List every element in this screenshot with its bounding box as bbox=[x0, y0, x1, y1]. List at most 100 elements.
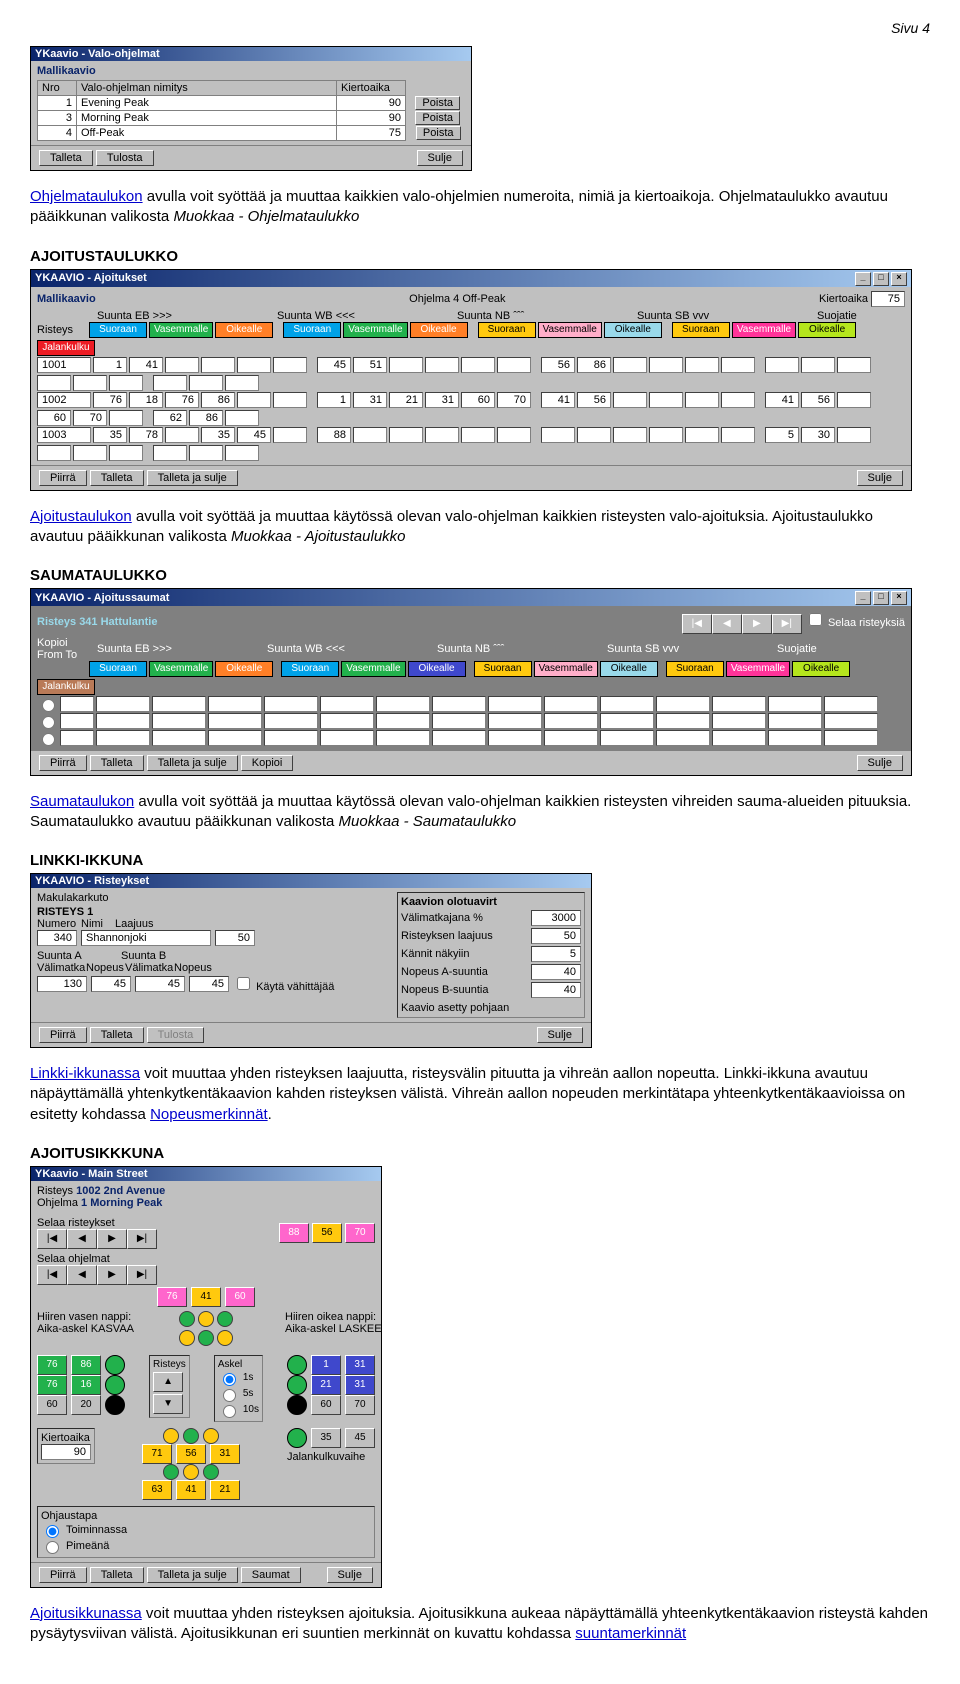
timing-field[interactable]: 56 bbox=[801, 392, 835, 408]
timing-field[interactable] bbox=[613, 357, 647, 373]
sauma-field[interactable] bbox=[432, 730, 486, 746]
move-down-icon[interactable]: ▼ bbox=[153, 1394, 183, 1414]
timing-field[interactable] bbox=[37, 445, 71, 461]
timing-field[interactable] bbox=[353, 427, 387, 443]
timing-field[interactable] bbox=[201, 357, 235, 373]
timing-field[interactable] bbox=[461, 427, 495, 443]
link-nopeusmerkinnat[interactable]: Nopeusmerkinnät bbox=[150, 1106, 268, 1123]
sauma-field[interactable] bbox=[656, 696, 710, 712]
copy-button[interactable]: Kopioi bbox=[241, 755, 294, 771]
sauma-field[interactable] bbox=[768, 696, 822, 712]
timing-field[interactable] bbox=[237, 392, 271, 408]
timing-field[interactable] bbox=[461, 357, 495, 373]
grid-cell[interactable]: 41 bbox=[191, 1287, 221, 1307]
last-button[interactable]: ▶| bbox=[127, 1265, 157, 1285]
timing-field[interactable]: 45 bbox=[317, 357, 351, 373]
link-ajoitusikkuna[interactable]: Ajoitusikkunassa bbox=[30, 1605, 142, 1622]
timing-field[interactable]: 86 bbox=[577, 357, 611, 373]
timing-field[interactable] bbox=[389, 427, 423, 443]
sauma-field[interactable] bbox=[96, 730, 150, 746]
timing-field[interactable] bbox=[577, 427, 611, 443]
sauma-field[interactable] bbox=[712, 696, 766, 712]
step-5s-radio[interactable] bbox=[223, 1389, 236, 1402]
sauma-field[interactable] bbox=[376, 696, 430, 712]
save-button[interactable]: Talleta bbox=[90, 1567, 144, 1583]
maximize-icon[interactable]: □ bbox=[873, 591, 889, 605]
timing-field[interactable] bbox=[685, 427, 719, 443]
sauma-field[interactable] bbox=[320, 696, 374, 712]
nimi-field[interactable]: Shannonjoki bbox=[81, 930, 211, 946]
step-1s-radio[interactable] bbox=[223, 1373, 236, 1386]
pimeana-radio[interactable] bbox=[46, 1541, 59, 1554]
timing-field[interactable] bbox=[765, 357, 799, 373]
sauma-field[interactable] bbox=[488, 730, 542, 746]
sauma-field[interactable] bbox=[768, 730, 822, 746]
timing-field[interactable] bbox=[801, 357, 835, 373]
sauma-field[interactable] bbox=[656, 730, 710, 746]
next-button[interactable]: ▶ bbox=[742, 614, 772, 634]
timing-field[interactable] bbox=[109, 410, 143, 426]
timing-field[interactable]: 70 bbox=[497, 392, 531, 408]
sauma-field[interactable] bbox=[152, 730, 206, 746]
sauma-field[interactable] bbox=[656, 713, 710, 729]
timing-field[interactable]: 56 bbox=[541, 357, 575, 373]
grid-cell[interactable]: 70 bbox=[345, 1223, 375, 1243]
close-button[interactable]: Sulje bbox=[857, 470, 903, 486]
move-up-icon[interactable]: ▲ bbox=[153, 1372, 183, 1392]
sauma-field[interactable] bbox=[824, 730, 878, 746]
grid-cell[interactable]: 56 bbox=[312, 1223, 342, 1243]
kiertoaika-field[interactable]: 75 bbox=[871, 291, 905, 307]
sauma-field[interactable] bbox=[824, 713, 878, 729]
sauma-field[interactable]: 5 bbox=[96, 713, 150, 729]
save-close-button[interactable]: Talleta ja sulje bbox=[147, 755, 238, 771]
sauma-field[interactable] bbox=[376, 730, 430, 746]
close-button[interactable]: Sulje bbox=[857, 755, 903, 771]
timing-field[interactable] bbox=[73, 445, 107, 461]
sauma-field[interactable] bbox=[264, 713, 318, 729]
timing-field[interactable] bbox=[425, 427, 459, 443]
minimize-icon[interactable]: _ bbox=[855, 591, 871, 605]
timing-field[interactable] bbox=[837, 427, 871, 443]
timing-field[interactable]: 76 bbox=[165, 392, 199, 408]
sauma-field[interactable] bbox=[208, 713, 262, 729]
timing-field[interactable]: 56 bbox=[577, 392, 611, 408]
timing-field[interactable]: 1 bbox=[317, 392, 351, 408]
grid-cell[interactable]: 76 bbox=[157, 1287, 187, 1307]
param-field[interactable]: 40 bbox=[531, 982, 581, 998]
delete-button[interactable]: Poista bbox=[415, 111, 460, 125]
delete-button[interactable]: Poista bbox=[415, 96, 460, 110]
last-button[interactable]: ▶| bbox=[772, 614, 802, 634]
link-linkki-ikkuna[interactable]: Linkki-ikkunassa bbox=[30, 1065, 140, 1082]
print-button[interactable]: Tulosta bbox=[147, 1027, 205, 1043]
first-button[interactable]: |◀ bbox=[37, 1229, 67, 1249]
first-button[interactable]: |◀ bbox=[37, 1265, 67, 1285]
sauma-field[interactable] bbox=[600, 730, 654, 746]
timing-field[interactable]: 60 bbox=[37, 410, 71, 426]
timing-field[interactable] bbox=[237, 357, 271, 373]
sauma-field[interactable] bbox=[768, 713, 822, 729]
draw-button[interactable]: Piirrä bbox=[39, 1027, 87, 1043]
sauma-field[interactable]: 5 bbox=[152, 696, 206, 712]
sauma-field[interactable] bbox=[544, 730, 598, 746]
timing-field[interactable]: 62 bbox=[153, 410, 187, 426]
timing-field[interactable]: 78 bbox=[129, 427, 163, 443]
timing-field[interactable]: 5 bbox=[765, 427, 799, 443]
prev-button[interactable]: ◀ bbox=[67, 1265, 97, 1285]
sauma-field[interactable]: 5 bbox=[152, 713, 206, 729]
timing-field[interactable] bbox=[153, 445, 187, 461]
timing-field[interactable] bbox=[721, 392, 755, 408]
sauma-field[interactable] bbox=[376, 713, 430, 729]
sauma-field[interactable] bbox=[320, 713, 374, 729]
toiminnassa-radio[interactable] bbox=[46, 1525, 59, 1538]
timing-field[interactable] bbox=[189, 445, 223, 461]
timing-field[interactable] bbox=[37, 375, 71, 391]
sauma-field[interactable] bbox=[712, 713, 766, 729]
param-field[interactable]: 5 bbox=[531, 946, 581, 962]
timing-field[interactable] bbox=[721, 357, 755, 373]
timing-field[interactable] bbox=[649, 392, 683, 408]
timing-field[interactable] bbox=[165, 427, 199, 443]
next-button[interactable]: ▶ bbox=[97, 1229, 127, 1249]
save-button[interactable]: Talleta bbox=[90, 755, 144, 771]
link-ajoitustaulukko[interactable]: Ajoitustaulukon bbox=[30, 508, 132, 525]
row-radio[interactable] bbox=[42, 699, 55, 712]
